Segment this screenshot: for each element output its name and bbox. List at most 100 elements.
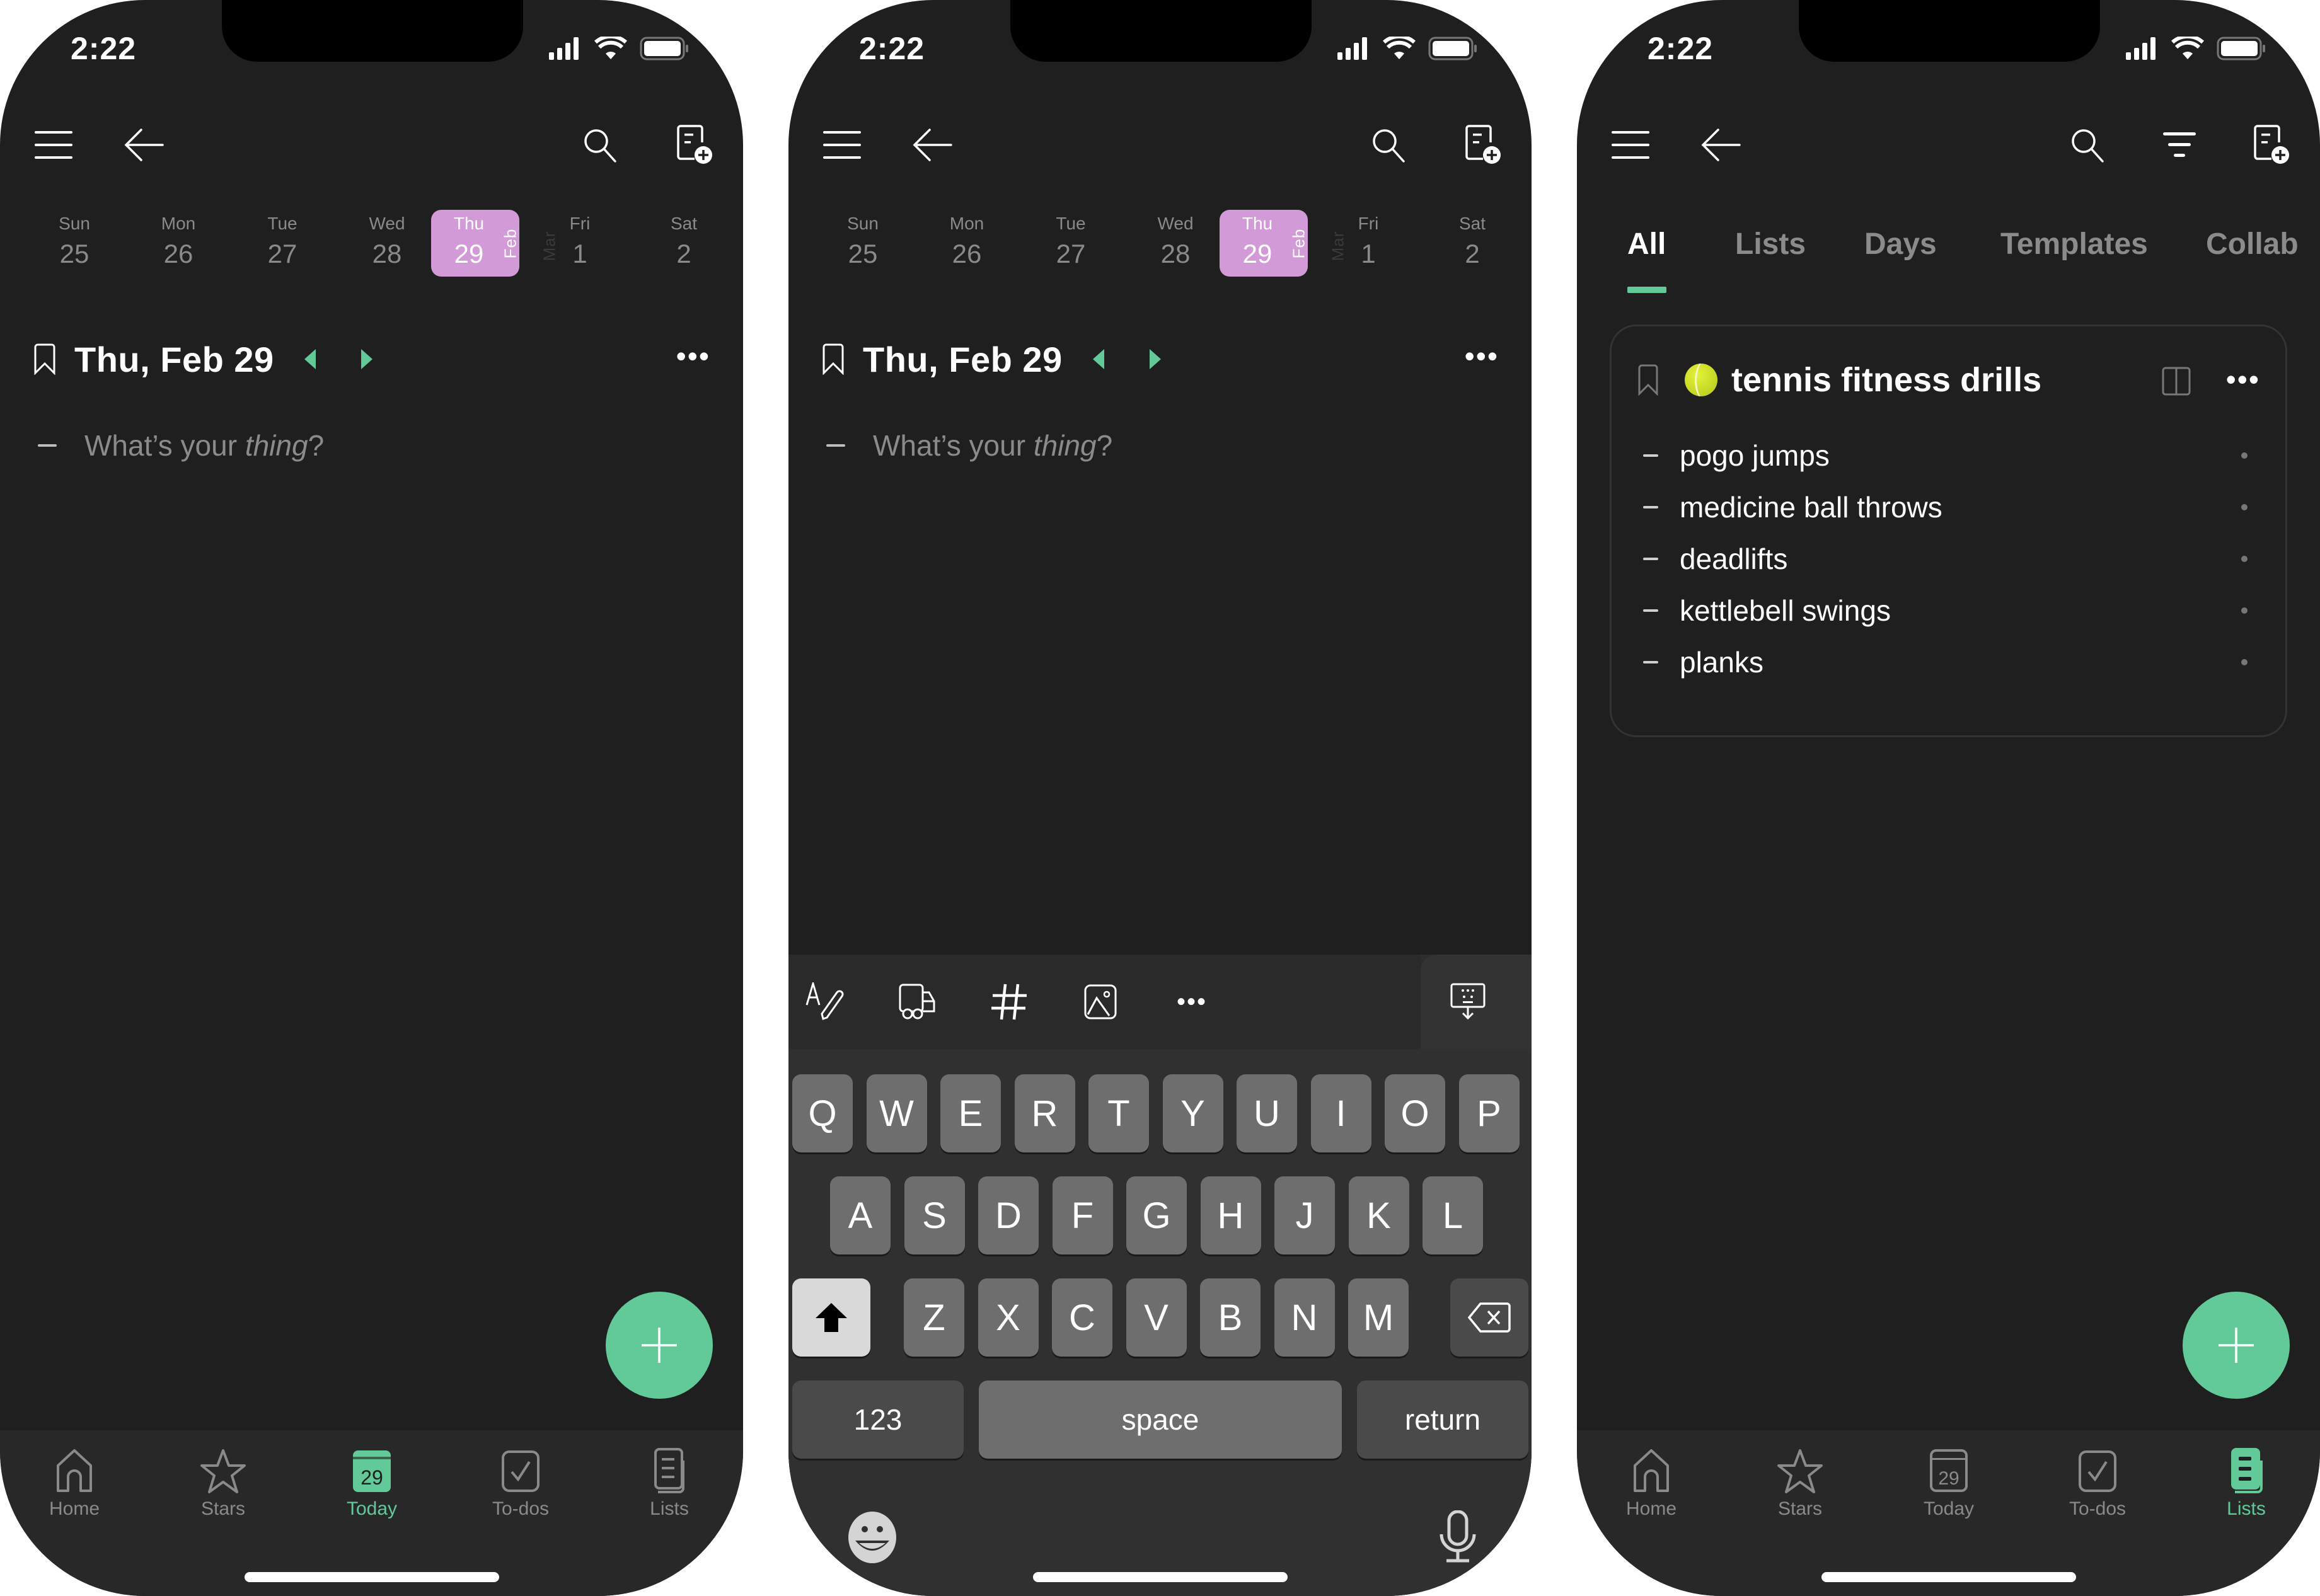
menu-button[interactable] (28, 120, 79, 170)
return-key[interactable]: return (1357, 1381, 1528, 1459)
space-key[interactable]: space (979, 1381, 1342, 1459)
keyboard-dismiss-button[interactable] (1446, 980, 1490, 1024)
home-indicator[interactable] (1032, 1572, 1288, 1582)
move-button[interactable] (896, 980, 940, 1024)
home-indicator[interactable] (1821, 1572, 2076, 1582)
emoji-button[interactable] (845, 1510, 902, 1567)
tab-today[interactable]: 29 Today (321, 1448, 422, 1520)
tag-button[interactable] (987, 980, 1031, 1024)
key-v[interactable]: V (1126, 1278, 1187, 1357)
key-k[interactable]: K (1348, 1176, 1409, 1254)
tab-todos[interactable]: To-dos (2047, 1448, 2148, 1520)
key-g[interactable]: G (1126, 1176, 1187, 1254)
tab-lists[interactable]: Lists (2196, 1448, 2297, 1520)
key-t[interactable]: T (1088, 1074, 1149, 1152)
list-item[interactable]: deadlifts (1643, 537, 2248, 581)
key-q[interactable]: Q (792, 1074, 853, 1152)
add-fab-button[interactable] (606, 1292, 713, 1399)
split-view-icon[interactable] (2162, 367, 2191, 396)
more-options-icon[interactable]: ••• (1465, 342, 1499, 370)
key-u[interactable]: U (1237, 1074, 1297, 1152)
list-item[interactable]: kettlebell swings (1643, 588, 2248, 633)
next-day-arrow-icon[interactable] (357, 348, 375, 370)
filter-button[interactable] (2154, 120, 2205, 170)
shift-key[interactable] (792, 1278, 870, 1357)
new-note-button[interactable] (1458, 120, 1508, 170)
day-sun[interactable]: Sun 25 (819, 211, 907, 272)
key-b[interactable]: B (1200, 1278, 1261, 1357)
previous-day-arrow-icon[interactable] (1090, 348, 1108, 370)
tab-home[interactable]: Home (1601, 1448, 1702, 1520)
bookmark-icon[interactable] (1637, 364, 1659, 396)
key-x[interactable]: X (978, 1278, 1039, 1357)
day-tue[interactable]: Tue 27 (238, 211, 326, 272)
more-options-icon[interactable]: ••• (676, 342, 710, 370)
drag-handle-icon[interactable] (2241, 659, 2248, 665)
image-button[interactable] (1078, 980, 1122, 1024)
key-l[interactable]: L (1423, 1176, 1483, 1254)
bookmark-icon[interactable] (821, 343, 845, 375)
numbers-key[interactable]: 123 (792, 1381, 964, 1459)
drag-handle-icon[interactable] (2241, 452, 2248, 459)
tab-todos[interactable]: To-dos (470, 1448, 571, 1520)
add-fab-button[interactable] (2183, 1292, 2290, 1399)
key-o[interactable]: O (1385, 1074, 1445, 1152)
day-sat[interactable]: Sat 2 (1428, 211, 1516, 272)
list-card[interactable]: tennis fitness drills ••• pogo jumps med… (1610, 324, 2287, 737)
key-n[interactable]: N (1274, 1278, 1335, 1357)
day-wed[interactable]: Wed 28 (343, 211, 431, 272)
previous-day-arrow-icon[interactable] (302, 348, 320, 370)
key-h[interactable]: H (1200, 1176, 1261, 1254)
day-sat[interactable]: Sat 2 (640, 211, 728, 272)
new-list-button[interactable] (2246, 120, 2297, 170)
day-mon[interactable]: Mon 26 (134, 211, 222, 272)
key-r[interactable]: R (1014, 1074, 1075, 1152)
filter-tab-days[interactable]: Days (1864, 227, 1937, 261)
tab-home[interactable]: Home (24, 1448, 125, 1520)
key-m[interactable]: M (1348, 1278, 1409, 1357)
filter-tab-templates[interactable]: Templates (2000, 227, 2148, 261)
key-d[interactable]: D (978, 1176, 1039, 1254)
drag-handle-icon[interactable] (2241, 504, 2248, 510)
tab-lists[interactable]: Lists (619, 1448, 720, 1520)
day-sun[interactable]: Sun 25 (30, 211, 118, 272)
next-day-arrow-icon[interactable] (1146, 348, 1163, 370)
filter-tab-collab[interactable]: Collab (2206, 227, 2299, 261)
drag-handle-icon[interactable] (2241, 556, 2248, 562)
dictation-button[interactable] (1438, 1510, 1482, 1567)
key-j[interactable]: J (1274, 1176, 1335, 1254)
list-more-options-icon[interactable]: ••• (2226, 365, 2260, 394)
search-button[interactable] (2062, 120, 2113, 170)
list-item[interactable]: planks (1643, 640, 2248, 684)
menu-button[interactable] (1605, 120, 1656, 170)
back-button[interactable] (118, 120, 169, 170)
key-i[interactable]: I (1310, 1074, 1371, 1152)
key-p[interactable]: P (1458, 1074, 1520, 1152)
new-item-input[interactable]: What’s your thing? (826, 428, 1112, 462)
backspace-key[interactable] (1450, 1278, 1528, 1357)
key-f[interactable]: F (1052, 1176, 1113, 1254)
tab-today[interactable]: 29 Today (1898, 1448, 1999, 1520)
key-c[interactable]: C (1052, 1278, 1112, 1357)
day-fri[interactable]: Fri 1 (1324, 211, 1412, 272)
day-tue[interactable]: Tue 27 (1027, 211, 1115, 272)
key-z[interactable]: Z (904, 1278, 964, 1357)
list-item[interactable]: pogo jumps (1643, 433, 2248, 478)
key-s[interactable]: S (904, 1176, 965, 1254)
tab-stars[interactable]: Stars (1750, 1448, 1850, 1520)
search-button[interactable] (575, 120, 625, 170)
key-y[interactable]: Y (1162, 1074, 1223, 1152)
text-format-button[interactable] (804, 980, 848, 1024)
tab-stars[interactable]: Stars (173, 1448, 274, 1520)
filter-tab-lists[interactable]: Lists (1735, 227, 1806, 261)
day-fri[interactable]: Fri 1 (536, 211, 624, 272)
list-item[interactable]: medicine ball throws (1643, 485, 2248, 529)
home-indicator[interactable] (244, 1572, 499, 1582)
more-tools-button[interactable]: ••• (1170, 980, 1214, 1024)
menu-button[interactable] (817, 120, 867, 170)
filter-tab-all[interactable]: All (1627, 227, 1666, 261)
back-button[interactable] (1695, 120, 1746, 170)
key-a[interactable]: A (830, 1176, 891, 1254)
drag-handle-icon[interactable] (2241, 607, 2248, 614)
bookmark-icon[interactable] (33, 343, 57, 375)
